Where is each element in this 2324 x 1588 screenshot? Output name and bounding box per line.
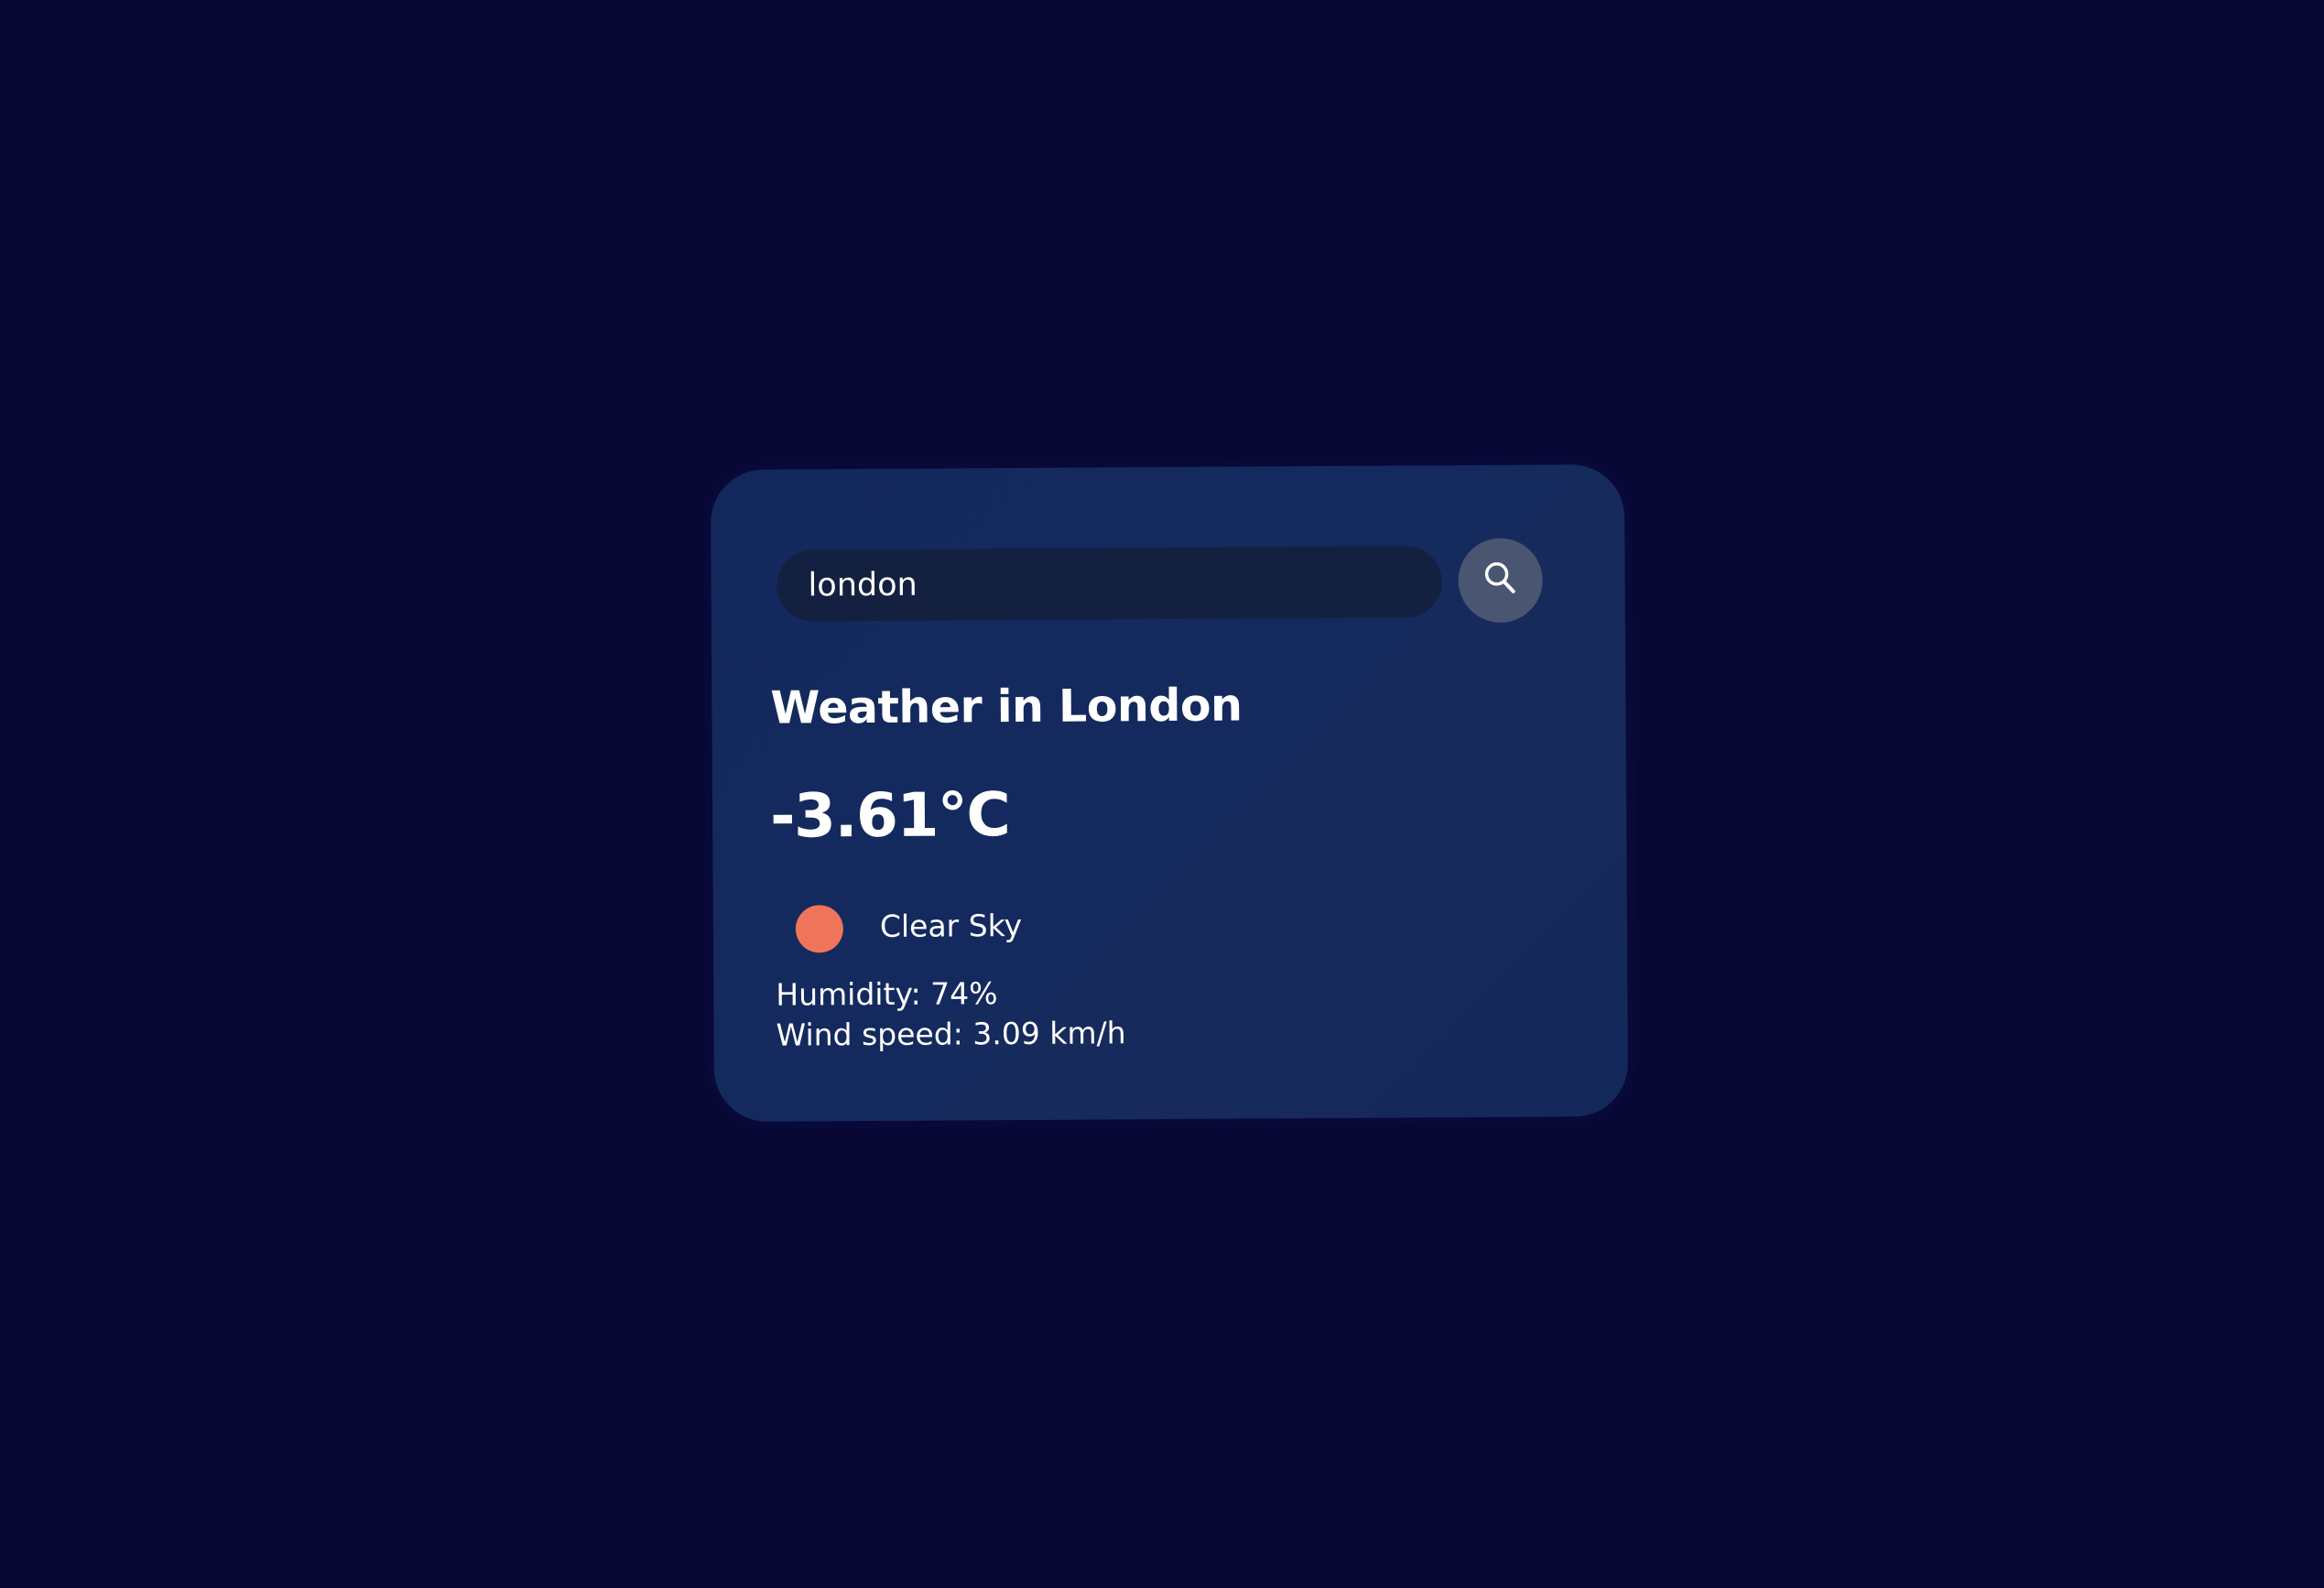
temperature-value: -3.61°C xyxy=(769,779,1010,852)
page: Weather in London -3.61°C Clear Sky Humi… xyxy=(0,0,2324,1588)
wind-speed-text: Wind speed: 3.09 km/h xyxy=(776,1015,1126,1053)
search-icon xyxy=(1484,562,1515,593)
search-button[interactable] xyxy=(1458,538,1543,624)
weather-condition: Clear Sky xyxy=(879,907,1023,944)
search-bar xyxy=(776,538,1543,627)
weather-title: Weather in London xyxy=(770,679,1243,734)
search-input[interactable] xyxy=(776,546,1442,622)
sun-icon xyxy=(795,905,844,953)
weather-card: Weather in London -3.61°C Clear Sky Humi… xyxy=(710,463,1629,1123)
humidity-text: Humidity: 74% xyxy=(776,975,998,1013)
